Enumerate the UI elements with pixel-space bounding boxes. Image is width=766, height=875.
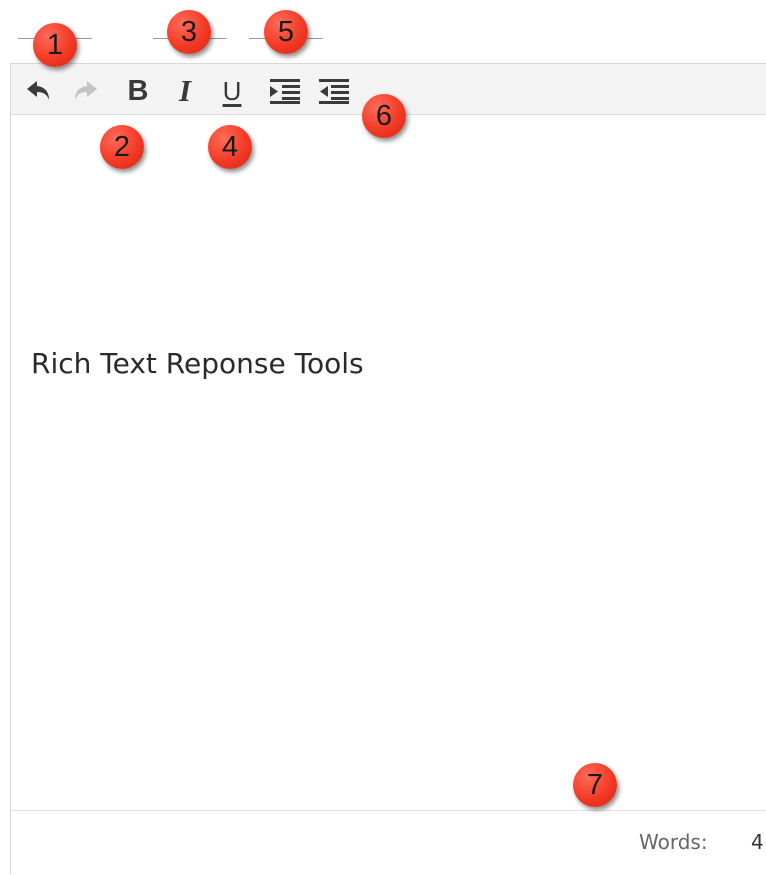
underline-icon: U [222, 75, 242, 106]
editor-content-area[interactable]: Rich Text Reponse Tools [11, 115, 766, 814]
rich-text-editor: B I U Rich Text Reponse Tools Words: 4 [10, 63, 766, 875]
callout-number: 4 [221, 130, 239, 163]
callout-number: 3 [180, 15, 198, 48]
callout-number: 6 [375, 99, 393, 132]
callout-number: 2 [113, 130, 131, 163]
redo-icon [70, 77, 100, 105]
bold-icon: B [127, 74, 149, 107]
italic-icon: I [178, 73, 192, 108]
word-count-label: Words: [639, 830, 708, 854]
callout-number: 5 [277, 15, 295, 48]
callout-badge-5: 5 [264, 10, 308, 54]
underline-button[interactable]: U [215, 74, 249, 108]
italic-button[interactable]: I [168, 73, 202, 108]
editor-status-bar: Words: 4 [11, 810, 766, 875]
callout-badge-7: 7 [573, 763, 617, 807]
undo-button[interactable] [22, 74, 56, 108]
redo-button[interactable] [68, 74, 102, 108]
callout-badge-2: 2 [100, 125, 144, 169]
callout-badge-1: 1 [33, 23, 77, 67]
indent-button[interactable] [268, 74, 302, 108]
callout-badge-4: 4 [208, 125, 252, 169]
word-count-value: 4 [751, 830, 764, 854]
callout-number: 7 [586, 768, 604, 801]
callout-number: 1 [46, 28, 64, 61]
editor-text: Rich Text Reponse Tools [31, 347, 364, 380]
bold-button[interactable]: B [121, 74, 155, 108]
outdent-button[interactable] [317, 74, 351, 108]
callout-badge-6: 6 [362, 94, 406, 138]
undo-icon [24, 77, 54, 105]
outdent-icon [318, 78, 350, 104]
indent-icon [269, 78, 301, 104]
callout-badge-3: 3 [167, 10, 211, 54]
